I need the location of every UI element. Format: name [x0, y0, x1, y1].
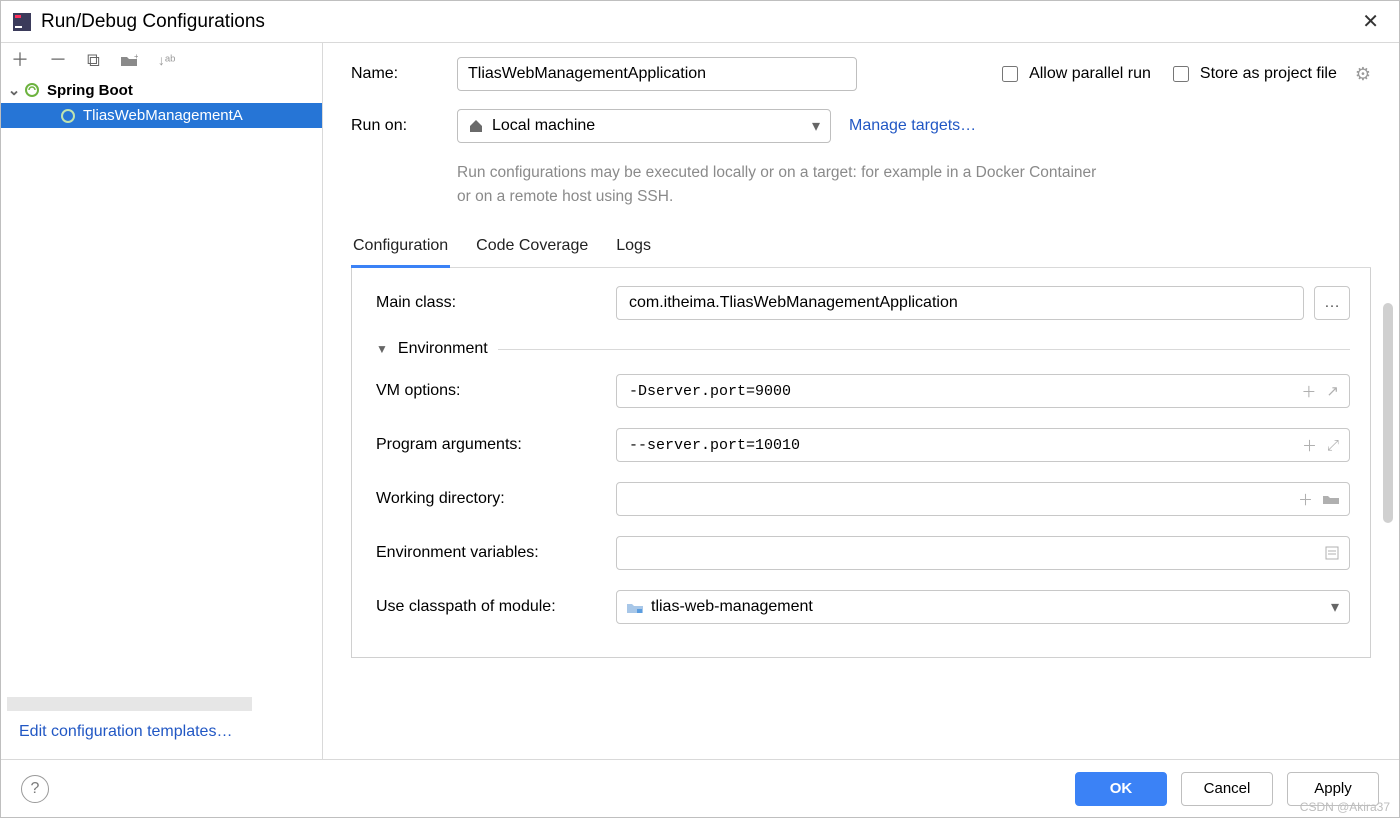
chevron-down-icon: ▾ [812, 116, 820, 136]
main-class-field[interactable] [616, 286, 1304, 320]
vertical-scrollbar[interactable] [1383, 303, 1393, 523]
add-config-icon[interactable]: ＋ [11, 51, 29, 69]
main-panel: Name: Allow parallel run Store as projec… [323, 43, 1399, 759]
help-button[interactable]: ? [21, 775, 49, 803]
main-class-label: Main class: [376, 294, 616, 312]
run-on-value: Local machine [492, 117, 595, 135]
tree-item-label: TliasWebManagementA [83, 107, 243, 124]
module-icon [627, 601, 643, 614]
main-class-input[interactable] [627, 293, 1293, 313]
working-dir-row: Working directory: ＋ [376, 482, 1350, 516]
classpath-label: Use classpath of module: [376, 598, 616, 616]
store-as-file-input[interactable] [1173, 66, 1189, 82]
run-on-label: Run on: [351, 117, 439, 135]
allow-parallel-label: Allow parallel run [1029, 65, 1151, 83]
sort-config-icon[interactable]: ↓ᵃᵇ [158, 53, 176, 67]
expand-icon[interactable]: ⤢ [1327, 437, 1339, 454]
spring-boot-icon [25, 83, 43, 97]
working-dir-field[interactable]: ＋ [616, 482, 1350, 516]
svg-text:+: + [134, 52, 138, 61]
cancel-button[interactable]: Cancel [1181, 772, 1273, 806]
sidebar-horizontal-scrollbar[interactable] [7, 697, 252, 711]
insert-macro-icon[interactable]: ＋ [1298, 489, 1313, 510]
configuration-panel: Main class: … ▼ Environment VM options: [351, 268, 1371, 658]
classpath-row: Use classpath of module: tlias-web-manag… [376, 590, 1350, 624]
dialog-window: Run/Debug Configurations ✕ ＋ － ⧉ + ↓ᵃᵇ ⌄ [0, 0, 1400, 818]
ok-button[interactable]: OK [1075, 772, 1167, 806]
environment-section-header[interactable]: ▼ Environment [376, 340, 1350, 358]
expand-icon[interactable]: ↗ [1326, 382, 1339, 400]
remove-config-icon[interactable]: － [49, 51, 67, 69]
classpath-module-select[interactable]: tlias-web-management ▾ [616, 590, 1350, 624]
titlebar: Run/Debug Configurations ✕ [1, 1, 1399, 43]
close-icon[interactable]: ✕ [1354, 5, 1387, 38]
store-as-file-checkbox[interactable]: Store as project file [1169, 63, 1337, 85]
chevron-down-icon: ⌄ [7, 81, 21, 99]
vm-options-label: VM options: [376, 382, 616, 400]
tree-root-label: Spring Boot [47, 82, 133, 99]
vm-options-input[interactable] [627, 382, 1301, 401]
manage-targets-link[interactable]: Manage targets… [849, 117, 976, 135]
edit-templates-row: Edit configuration templates… [1, 711, 322, 759]
config-tree: ⌄ Spring Boot TliasWebManagementA [1, 77, 322, 697]
window-title: Run/Debug Configurations [41, 11, 265, 33]
program-args-input[interactable] [627, 436, 1302, 455]
tab-configuration[interactable]: Configuration [351, 231, 450, 268]
tabs: Configuration Code Coverage Logs [351, 231, 1371, 268]
vm-options-field[interactable]: ＋ ↗ [616, 374, 1350, 408]
env-vars-input[interactable] [627, 544, 1325, 563]
browse-folder-icon[interactable] [1323, 493, 1339, 505]
working-dir-label: Working directory: [376, 490, 616, 508]
tab-code-coverage[interactable]: Code Coverage [474, 231, 590, 267]
run-on-hint: Run configurations may be executed local… [457, 161, 1097, 209]
insert-macro-icon[interactable]: ＋ [1302, 435, 1317, 456]
copy-config-icon[interactable]: ⧉ [87, 51, 100, 69]
spring-boot-icon [61, 109, 79, 123]
run-on-select[interactable]: Local machine ▾ [457, 109, 831, 143]
dialog-footer: ? OK Cancel Apply [1, 759, 1399, 817]
allow-parallel-checkbox[interactable]: Allow parallel run [998, 63, 1151, 85]
tab-logs[interactable]: Logs [614, 231, 653, 267]
tree-item-tlias[interactable]: TliasWebManagementA [1, 103, 322, 128]
section-divider [498, 349, 1350, 350]
sidebar-toolbar: ＋ － ⧉ + ↓ᵃᵇ [1, 43, 322, 77]
classpath-value: tlias-web-management [651, 598, 813, 616]
store-as-file-label: Store as project file [1200, 65, 1337, 83]
program-args-field[interactable]: ＋ ⤢ [616, 428, 1350, 462]
working-dir-input[interactable] [627, 490, 1298, 509]
intellij-icon [13, 13, 31, 31]
dialog-body: ＋ － ⧉ + ↓ᵃᵇ ⌄ Spring Boot [1, 43, 1399, 759]
sidebar: ＋ － ⧉ + ↓ᵃᵇ ⌄ Spring Boot [1, 43, 323, 759]
vm-options-row: VM options: ＋ ↗ [376, 374, 1350, 408]
gear-icon[interactable]: ⚙ [1355, 64, 1371, 85]
insert-macro-icon[interactable]: ＋ [1301, 381, 1316, 402]
tree-root-spring-boot[interactable]: ⌄ Spring Boot [1, 77, 322, 103]
program-args-row: Program arguments: ＋ ⤢ [376, 428, 1350, 462]
triangle-down-icon: ▼ [376, 342, 388, 356]
env-vars-row: Environment variables: [376, 536, 1350, 570]
env-vars-label: Environment variables: [376, 544, 616, 562]
env-vars-field[interactable] [616, 536, 1350, 570]
chevron-down-icon: ▾ [1331, 597, 1339, 617]
edit-config-templates-link[interactable]: Edit configuration templates… [19, 723, 232, 740]
name-row: Name: Allow parallel run Store as projec… [351, 57, 1371, 91]
name-input[interactable] [457, 57, 857, 91]
home-icon [468, 119, 484, 133]
allow-parallel-input[interactable] [1002, 66, 1018, 82]
name-label: Name: [351, 65, 439, 83]
save-config-icon[interactable]: + [120, 52, 138, 68]
run-on-row: Run on: Local machine ▾ Manage targets… [351, 109, 1371, 143]
browse-main-class-button[interactable]: … [1314, 286, 1350, 320]
environment-section-label: Environment [398, 340, 488, 358]
list-icon[interactable] [1325, 546, 1339, 560]
watermark: CSDN @Akira37 [1300, 800, 1390, 814]
program-args-label: Program arguments: [376, 436, 616, 454]
main-class-row: Main class: … [376, 286, 1350, 320]
